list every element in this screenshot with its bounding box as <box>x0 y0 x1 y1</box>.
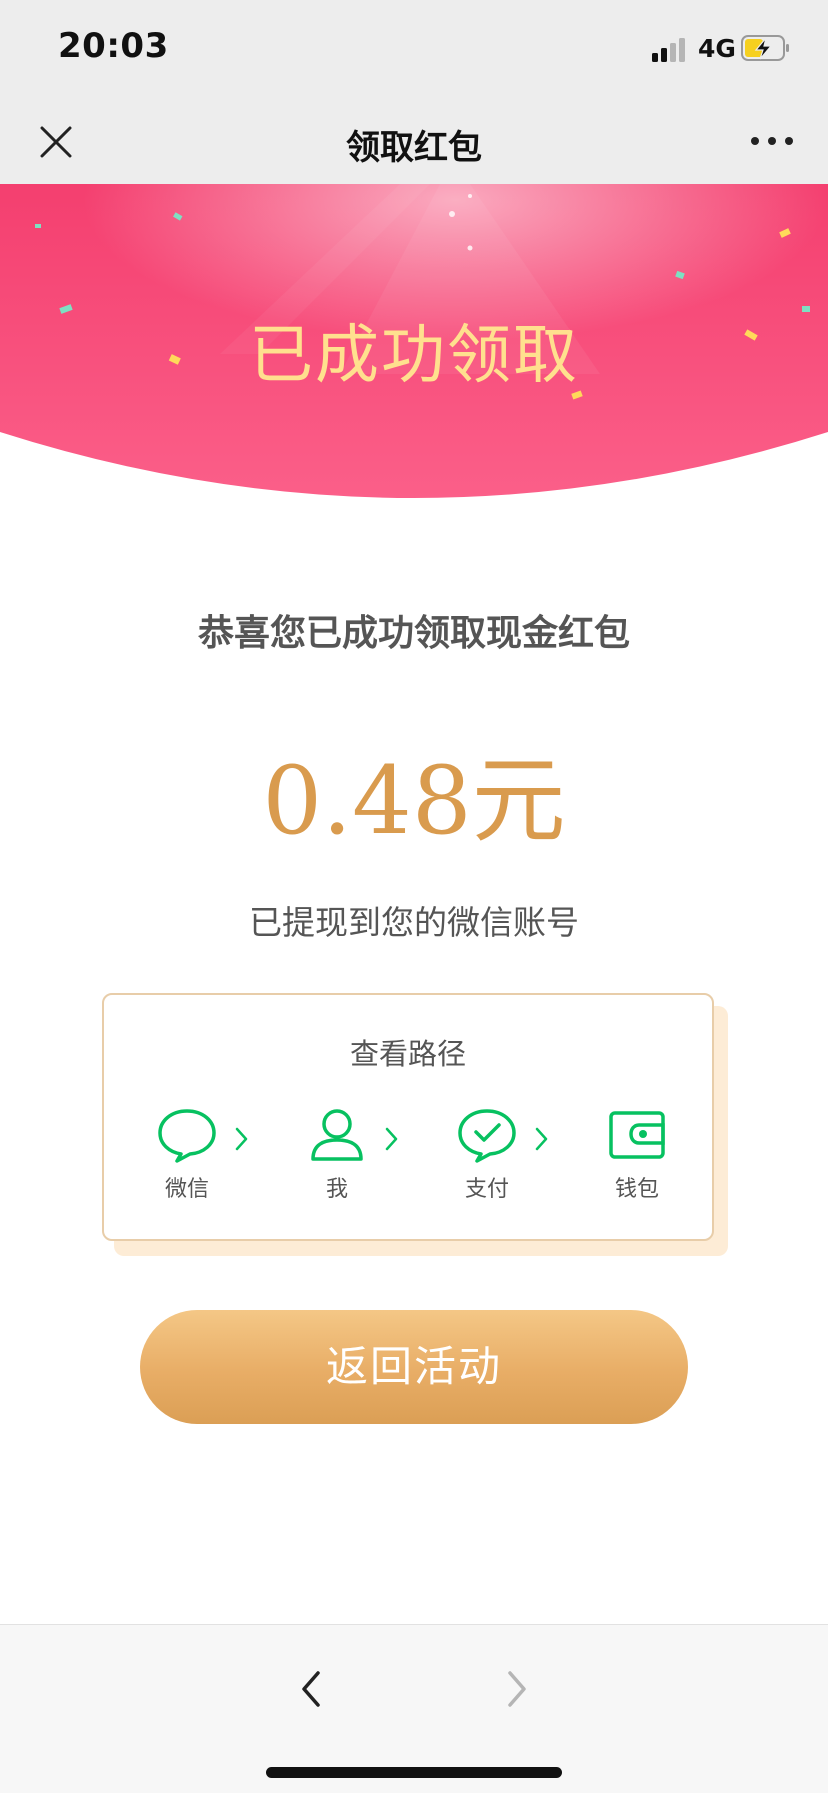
path-step-me: 我 <box>287 1107 387 1207</box>
nav-bar: 领取红包 <box>0 100 828 184</box>
path-step-label: 钱包 <box>614 1177 659 1202</box>
user-icon <box>311 1109 363 1161</box>
path-card: 查看路径 微信 我 支付 钱包 <box>102 993 714 1241</box>
redpacket-amount: 0.48元 <box>262 747 566 856</box>
path-step-label: 我 <box>325 1177 348 1202</box>
banner-title: 已成功领取 <box>249 319 579 393</box>
signal-icon <box>652 36 690 62</box>
more-icon[interactable] <box>748 126 796 156</box>
path-title: 查看路径 <box>349 1037 466 1071</box>
home-indicator[interactable] <box>266 1767 562 1778</box>
path-step-label: 支付 <box>464 1177 509 1202</box>
congrats-message: 恭喜您已成功领取现金红包 <box>197 613 630 654</box>
chevron-right-icon <box>385 1127 398 1151</box>
return-to-activity-button[interactable]: 返回活动 <box>140 1310 688 1424</box>
path-step-wechat: 微信 <box>137 1107 237 1207</box>
path-step-pay: 支付 <box>437 1107 537 1207</box>
back-icon[interactable] <box>296 1665 328 1713</box>
payment-check-icon <box>458 1109 516 1163</box>
path-step-wallet: 钱包 <box>587 1107 687 1207</box>
status-time: 20:03 <box>58 26 169 66</box>
wallet-icon <box>609 1111 665 1159</box>
battery-charging-icon <box>741 35 789 61</box>
withdrawn-message: 已提现到您的微信账号 <box>249 903 579 942</box>
status-bar: 20:03 4G <box>0 0 828 100</box>
success-banner: 已成功领取 <box>0 184 828 510</box>
chevron-right-icon <box>535 1127 548 1151</box>
page-title: 领取红包 <box>346 128 482 168</box>
forward-icon[interactable] <box>500 1665 532 1713</box>
path-step-label: 微信 <box>164 1177 209 1202</box>
network-label: 4G <box>698 34 736 63</box>
chevron-right-icon <box>235 1127 248 1151</box>
chat-bubble-icon <box>158 1109 216 1163</box>
bottom-toolbar <box>0 1624 828 1793</box>
